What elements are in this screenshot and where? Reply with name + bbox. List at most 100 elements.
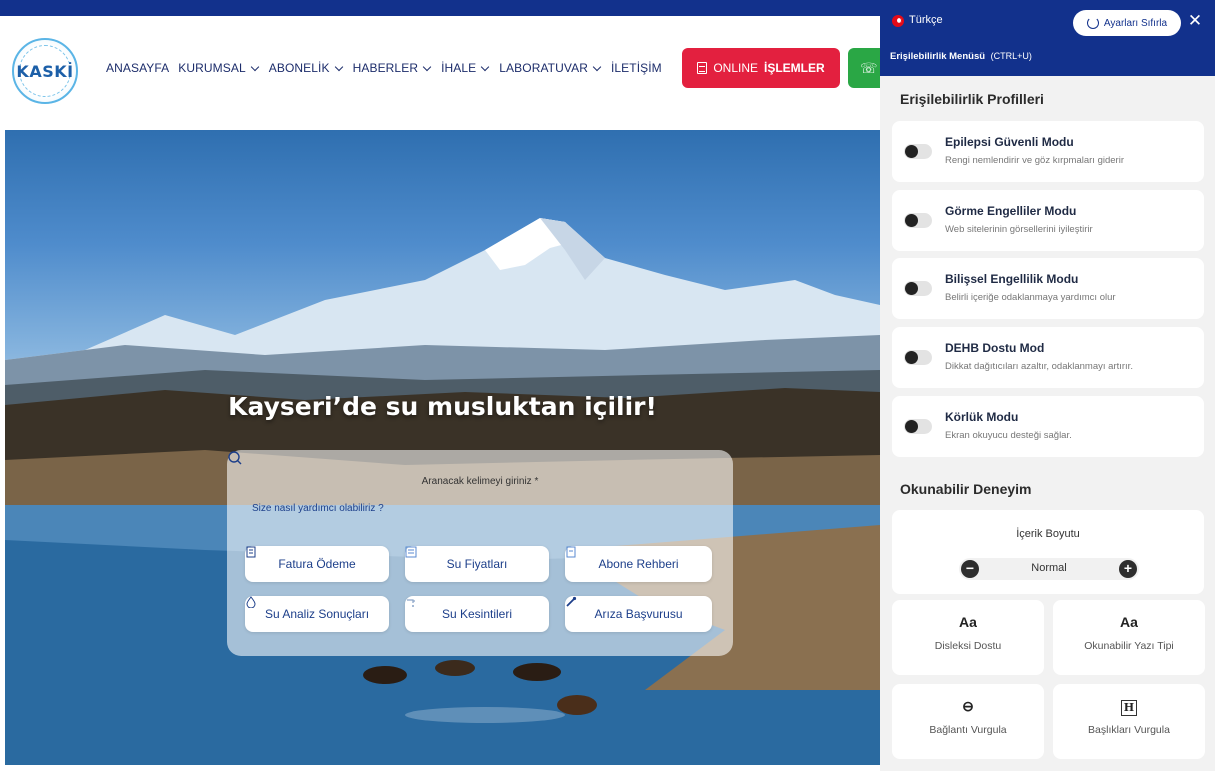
wrench-icon [566,596,577,607]
toggle-switch[interactable] [904,419,932,434]
increase-size-button[interactable]: + [1119,560,1137,578]
hero-landscape [5,218,880,765]
logo-text: KASKİ [16,61,74,81]
site-header: KASKİ ANASAYFA KURUMSAL ABONELİK HABERLE… [0,16,888,130]
tile-readable-font[interactable]: Aa Okunabilir Yazı Tipi [1053,600,1205,675]
nav-item-laboratuvar[interactable]: LABORATUVAR [499,61,602,75]
nav-label: ABONELİK [268,61,330,75]
invoice-icon [246,546,256,558]
kaski-logo[interactable]: KASKİ [12,38,78,104]
profile-title: Körlük Modu [945,410,1019,424]
reset-label: Ayarları Sıfırla [1103,17,1168,29]
accessibility-menu-title: Erişilebilirlik Menüsü (CTRL+U) [890,51,1032,62]
profile-visual-impairment[interactable]: Görme Engelliler Modu Web sitelerinin gö… [892,190,1204,251]
toggle-switch[interactable] [904,281,932,296]
search-icon[interactable] [227,450,243,466]
quick-link-su-analiz-sonuclari[interactable]: Su Analiz Sonuçları [245,596,389,632]
faucet-icon [407,599,415,607]
nav-item-anasayfa[interactable]: ANASAYFA [106,61,169,75]
hero-section: Kayseri’de su musluktan içilir! Aranacak… [5,130,880,765]
quick-link-label: Su Fiyatları [446,557,508,571]
readable-section-title: Okunabilir Deneyim [900,481,1032,497]
chevron-down-icon [481,62,490,71]
tile-highlight-links[interactable]: ⊖ Bağlantı Vurgula [892,684,1044,759]
chevron-down-icon [334,62,343,71]
profile-blindness[interactable]: Körlük Modu Ekran okuyucu desteği sağlar… [892,396,1204,457]
content-size-label: İçerik Boyutu [1016,528,1080,540]
profile-epilepsy[interactable]: Epilepsi Güvenli Modu Rengi nemlendirir … [892,121,1204,182]
quick-link-label: Abone Rehberi [598,557,679,571]
tile-dyslexia-friendly[interactable]: Aa Disleksi Dostu [892,600,1044,675]
profile-title: Epilepsi Güvenli Modu [945,135,1074,149]
nav-label: LABORATUVAR [499,61,588,75]
toggle-switch[interactable] [904,213,932,228]
accessibility-panel: Türkçe Ayarları Sıfırla ✕ Erişilebilirli… [880,0,1215,771]
nav-item-kurumsal[interactable]: KURUMSAL [178,61,260,75]
language-selector[interactable]: Türkçe [909,14,943,26]
profile-adhd[interactable]: DEHB Dostu Mod Dikkat dağıtıcıları azalt… [892,327,1204,388]
online-prefix: ONLINE [713,61,758,75]
quick-link-fatura-odeme[interactable]: Fatura Ödeme [245,546,389,582]
toggle-switch[interactable] [904,144,932,159]
water-drop-icon [246,596,256,608]
heading-box-icon: H [1121,700,1137,716]
online-islemler-button[interactable]: ONLINE İŞLEMLER [682,48,840,88]
quick-link-label: Su Kesintileri [441,607,513,621]
online-bold: İŞLEMLER [764,61,825,75]
chevron-down-icon [422,62,432,71]
nav-item-ihale[interactable]: İHALE [441,61,490,75]
panel-header: Türkçe Ayarları Sıfırla ✕ Erişilebilirli… [880,0,1215,76]
quick-link-label: Su Analiz Sonuçları [264,607,370,621]
content-size-card: İçerik Boyutu − Normal + [892,510,1204,594]
guide-icon [566,546,576,558]
reset-settings-button[interactable]: Ayarları Sıfırla [1073,10,1181,36]
tile-label: Bağlantı Vurgula [929,724,1007,736]
content-size-value: Normal [1031,562,1067,574]
profile-cognitive[interactable]: Bilişsel Engellilik Modu Belirli içeriğe… [892,258,1204,319]
nav-label: İLETİŞİM [610,61,662,75]
profile-desc: Belirli içeriğe odaklanmaya yardımcı olu… [945,292,1116,303]
main-nav: ANASAYFA KURUMSAL ABONELİK HABERLER İHAL… [106,61,662,75]
quick-link-label: Fatura Ödeme [278,557,356,571]
quick-link-ariza-basvurusu[interactable]: Arıza Başvurusu [565,596,712,632]
close-icon[interactable]: ✕ [1186,12,1204,30]
hero-title: Kayseri’de su musluktan içilir! [228,392,657,421]
nav-item-abonelik[interactable]: ABONELİK [269,61,344,75]
tile-label: Okunabilir Yazı Tipi [1084,640,1174,652]
tile-highlight-headings[interactable]: H Başlıkları Vurgula [1053,684,1205,759]
menu-title-text: Erişilebilirlik Menüsü [890,51,986,62]
profiles-section-title: Erişilebilirlik Profilleri [900,91,1044,107]
chevron-down-icon [592,62,602,71]
profile-title: Bilişsel Engellilik Modu [945,272,1079,286]
link-icon: ⊖ [962,698,974,714]
menu-shortcut: (CTRL+U) [990,51,1032,61]
quick-link-su-kesintileri[interactable]: Su Kesintileri [405,596,549,632]
quick-link-su-fiyatlari[interactable]: Su Fiyatları [405,546,549,582]
turkish-flag-icon [892,15,904,27]
font-aa-icon: Aa [959,614,977,630]
profile-title: Görme Engelliler Modu [945,204,1077,218]
nav-label: KURUMSAL [178,61,246,75]
nav-item-haberler[interactable]: HABERLER [353,61,433,75]
quick-link-label: Arıza Başvurusu [594,607,683,621]
nav-label: ANASAYFA [106,61,170,75]
toggle-switch[interactable] [904,350,932,365]
tile-label: Başlıkları Vurgula [1088,724,1170,736]
profile-desc: Dikkat dağıtıcıları azaltır, odaklanmayı… [945,361,1133,372]
font-aa-icon: Aa [1120,614,1138,630]
content-size-stepper: − Normal + [959,558,1139,580]
quick-link-abone-rehberi[interactable]: Abone Rehberi [565,546,712,582]
tile-label: Disleksi Dostu [934,640,1002,652]
document-icon [697,62,708,74]
profile-desc: Ekran okuyucu desteği sağlar. [945,430,1072,441]
price-list-icon [405,546,417,558]
nav-item-iletisim[interactable]: İLETİŞİM [611,61,662,75]
reset-icon [1086,17,1099,29]
profile-desc: Web sitelerinin görsellerini iyileştirir [945,224,1093,235]
profile-title: DEHB Dostu Mod [945,341,1045,355]
chevron-down-icon [250,62,260,71]
phone-icon: ☏ [860,60,878,76]
nav-label: HABERLER [352,61,419,75]
nav-label: İHALE [441,61,477,75]
search-input[interactable] [252,498,692,518]
